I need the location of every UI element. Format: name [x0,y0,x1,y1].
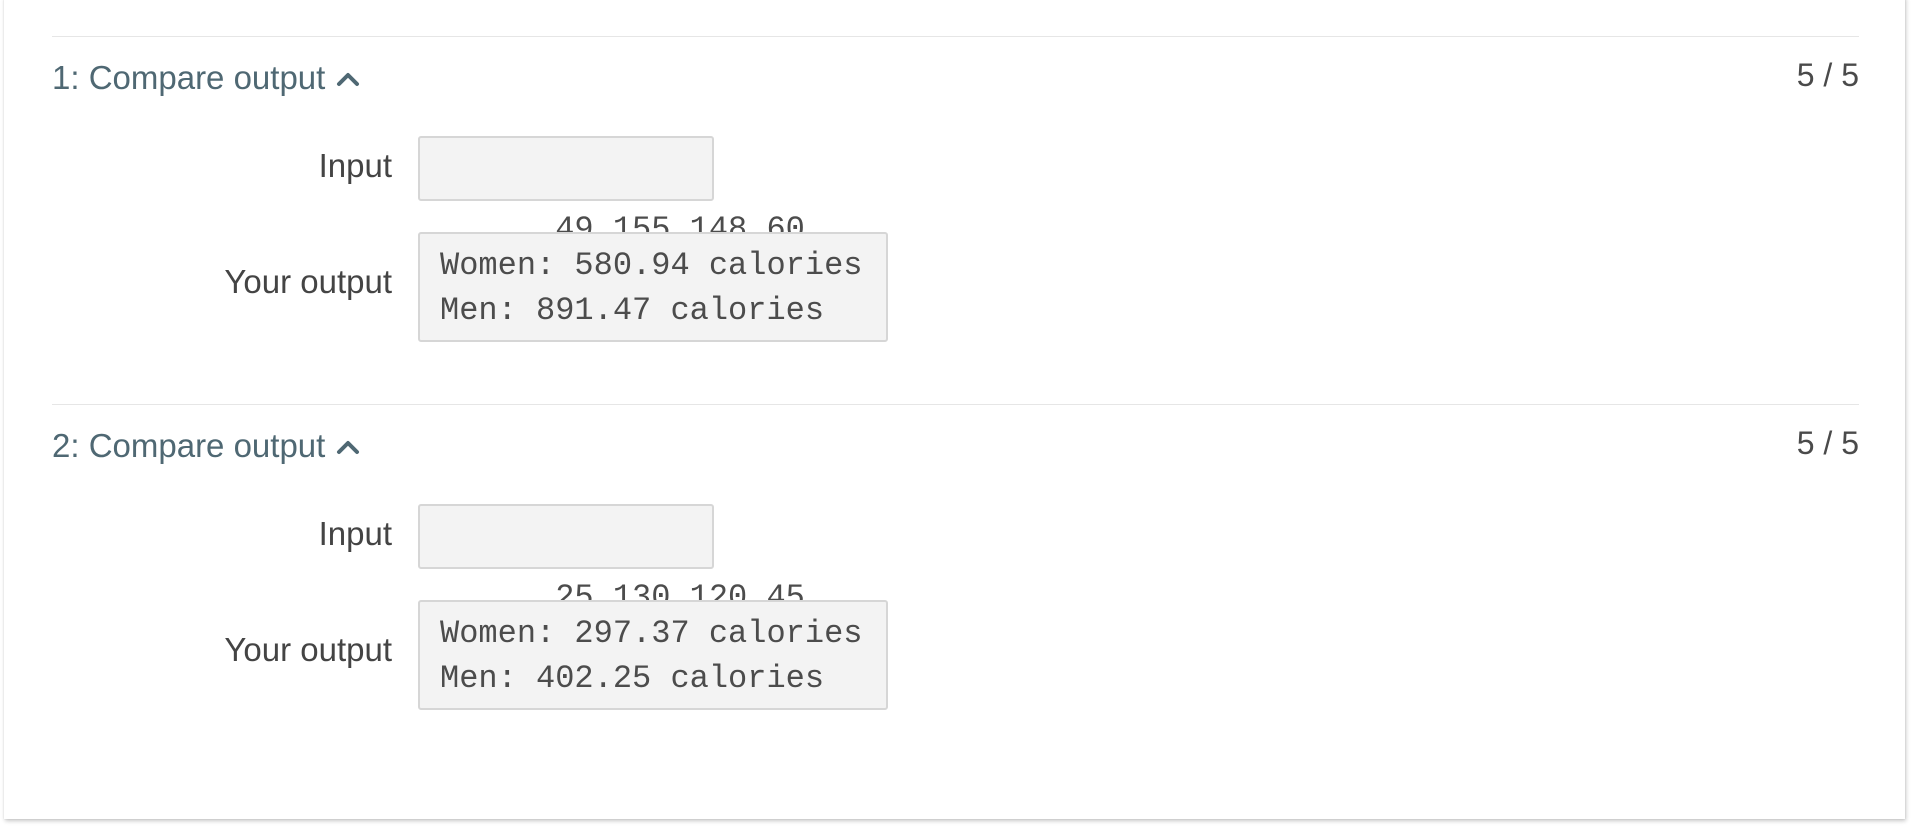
output-line: Men: 402.25 calories [440,660,825,697]
input-value-box: 25 130 120 45 [418,504,805,616]
input-label: Input [318,515,392,552]
output-value-box: Women: 580.94 calories Men: 891.47 calori… [418,232,888,342]
output-label: Your output [224,263,392,300]
output-line: Women: 580.94 calories [440,247,863,284]
test-case-toggle[interactable]: 1: Compare output [52,59,361,97]
test-case-toggle[interactable]: 2: Compare output [52,427,361,465]
output-line: Men: 891.47 calories [440,292,825,329]
test-case-score: 5 / 5 [1796,57,1859,93]
test-case-header: 1: Compare output 5 / 5 [52,37,1859,117]
output-value-box: Women: 297.37 calories Men: 402.25 calori… [418,600,888,710]
test-results-card: 1: Compare output 5 / 5 Input 49 155 148… [4,0,1905,819]
output-label-cell: Your output [52,631,392,671]
input-label-cell: Input [52,515,392,555]
test-case-1: 1: Compare output 5 / 5 Input 49 155 148… [52,36,1859,401]
chevron-up-icon [337,73,360,86]
test-case-title: 2: Compare output [52,427,326,464]
output-label-cell: Your output [52,263,392,303]
test-case-header: 2: Compare output 5 / 5 [52,405,1859,485]
output-line: Women: 297.37 calories [440,615,863,652]
test-case-title: 1: Compare output [52,59,326,96]
input-value-box: 49 155 148 60 [418,136,805,248]
test-case-score: 5 / 5 [1796,425,1859,461]
test-case-2: 2: Compare output 5 / 5 Input 25 130 120… [52,404,1859,769]
chevron-up-icon [337,441,360,454]
input-label: Input [318,147,392,184]
output-label: Your output [224,631,392,668]
input-label-cell: Input [52,147,392,187]
